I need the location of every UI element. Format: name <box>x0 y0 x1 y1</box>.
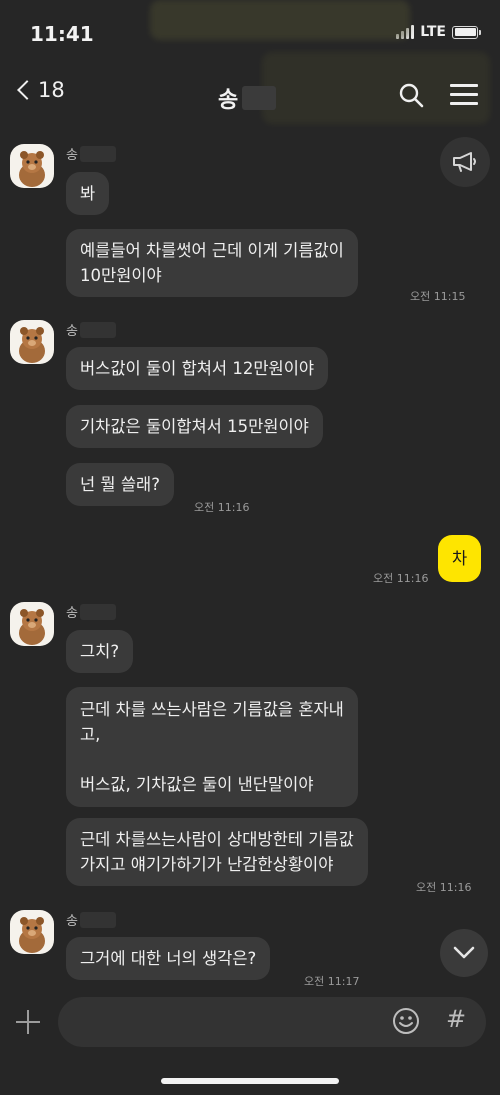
censored-name <box>79 603 116 620</box>
message-input[interactable] <box>58 997 486 1047</box>
sender-name: 송 <box>66 602 116 621</box>
home-indicator <box>161 1078 339 1084</box>
censored-name <box>242 86 277 110</box>
battery-icon <box>452 25 481 39</box>
hamburger-menu-icon[interactable] <box>450 84 478 106</box>
quokka-avatar-icon <box>19 917 45 953</box>
censored-name <box>79 911 116 928</box>
message-bubble[interactable]: 그치? <box>66 630 134 673</box>
chat-title-text: 송 <box>218 88 239 113</box>
chat-header: 18 송 <box>0 70 500 122</box>
back-button[interactable]: 18 <box>14 78 65 102</box>
input-bar: # <box>0 992 500 1054</box>
message-bubble[interactable]: 예를들어 차를썻어 근데 이게 기름값이 10만원이야 <box>66 229 358 297</box>
avatar[interactable] <box>10 602 54 646</box>
status-time: 11:41 <box>30 22 94 46</box>
unread-count: 18 <box>38 78 65 102</box>
plus-icon[interactable] <box>16 1010 40 1034</box>
quokka-avatar-icon <box>19 609 45 645</box>
message-bubble[interactable]: 그거에 대한 너의 생각은? <box>66 937 271 980</box>
quokka-avatar-icon <box>19 327 45 363</box>
message-time: 오전 11:17 <box>304 975 360 988</box>
my-message-bubble[interactable]: 차 <box>438 535 482 582</box>
censored-name <box>79 321 116 338</box>
announcement-button[interactable] <box>440 137 490 187</box>
hash-icon[interactable]: # <box>446 1005 466 1033</box>
quokka-avatar-icon <box>19 151 45 187</box>
message-bubble[interactable]: 버스값이 둘이 합쳐서 12만원이야 <box>66 347 329 390</box>
message-time: 오전 11:16 <box>373 572 429 585</box>
message-bubble[interactable]: 봐 <box>66 172 110 215</box>
avatar[interactable] <box>10 910 54 954</box>
message-bubble[interactable]: 근데 차를쓰는사람이 상대방한테 기름값 가지고 얘기가하기가 난감한상황이야 <box>66 818 368 886</box>
sender-name: 송 <box>66 320 116 339</box>
avatar[interactable] <box>10 144 54 188</box>
message-bubble[interactable]: 근데 차를 쓰는사람은 기름값을 혼자내 고, 버스값, 기차값은 둘이 낸단말… <box>66 687 358 807</box>
message-bubble[interactable]: 넌 뭘 쓸래? <box>66 463 174 506</box>
message-time: 오전 11:15 <box>410 290 466 303</box>
scroll-down-button[interactable] <box>440 929 488 977</box>
emoji-icon[interactable] <box>392 1007 420 1035</box>
message-bubble[interactable]: 기차값은 둘이합쳐서 15만원이야 <box>66 405 323 448</box>
avatar[interactable] <box>10 320 54 364</box>
chat-title: 송 <box>218 82 277 114</box>
megaphone-icon <box>453 152 476 172</box>
message-time: 오전 11:16 <box>416 881 472 894</box>
chevron-down-icon <box>453 946 475 959</box>
sender-name: 송 <box>66 910 116 929</box>
message-time: 오전 11:16 <box>194 501 250 514</box>
chevron-left-icon <box>17 80 37 100</box>
blurred-overlay <box>150 0 410 40</box>
sender-name: 송 <box>66 144 116 163</box>
search-icon[interactable] <box>398 82 424 108</box>
network-type: LTE <box>420 24 446 40</box>
censored-name <box>79 145 116 162</box>
